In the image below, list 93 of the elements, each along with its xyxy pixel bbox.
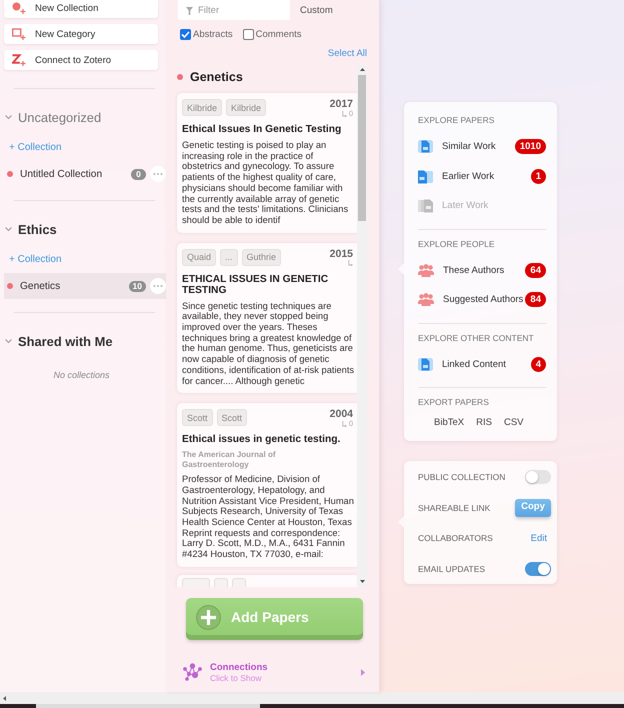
year-label: 2015 xyxy=(330,248,353,260)
setting-label: PUBLIC COLLECTION xyxy=(418,472,506,482)
count-badge: 10 xyxy=(128,280,146,292)
scroll-down-arrow-icon[interactable] xyxy=(360,580,364,583)
count-badge: 64 xyxy=(525,262,546,278)
document-icon xyxy=(418,139,433,154)
scroll-left-arrow-icon[interactable] xyxy=(3,696,6,700)
checkbox[interactable] xyxy=(180,28,191,40)
abstract-text: Genetic testing is poised to play an increasing role in the practice of obstetrics and gynecology. To assure patients of the highest quality of care, physicians should become familiar with the currently available array of genetic tests and the tests' limitations. Clinicians should be able to identif xyxy=(182,140,350,226)
plus-circle-icon xyxy=(196,604,221,630)
filter-field[interactable]: Filter xyxy=(178,0,290,20)
chevron-down-icon[interactable] xyxy=(5,339,12,343)
connections-button[interactable]: Connections Click to Show xyxy=(183,660,367,684)
explore-link[interactable]: Linked Content xyxy=(442,358,506,370)
people-icon xyxy=(418,264,434,277)
add-collection-link[interactable]: + Collection xyxy=(9,254,62,266)
abstract-text: Professor of Medicine, Division of Gastroenterology, Hepatology, and Nutrition Assistant Vice President, Human Subjects Research, University of Texas Health Science Center at Houston, Texas Reprint requests and correspondence: Larry D. Scott, M.D., M.A., 6431 Fannin #4234 Houston, TX 77030, e-mail: xyxy=(182,474,355,560)
collection-name: Genetics xyxy=(20,280,60,292)
author-tag[interactable]: ... xyxy=(220,248,238,266)
edit-link[interactable]: Edit xyxy=(530,532,547,544)
author-tag[interactable]: Guthrie xyxy=(242,248,282,266)
section-heading: EXPORT PAPERS xyxy=(418,396,490,408)
journal-name: The American Journal of Gastroenterology xyxy=(182,450,276,470)
year-label: 2004 xyxy=(330,408,353,420)
section-heading: EXPLORE PEOPLE xyxy=(418,238,496,250)
category-title[interactable]: Ethics xyxy=(18,222,57,236)
paper-title: Ethical Issues In Genetic Testing xyxy=(182,124,342,135)
paper-card[interactable] xyxy=(177,403,357,567)
export-format-link[interactable]: BibTeX xyxy=(434,416,464,428)
select-all-link[interactable]: Select All xyxy=(328,47,367,59)
year-label: 2017 xyxy=(330,98,353,110)
sidebar-action-button[interactable]: New Category xyxy=(4,24,158,44)
explore-link[interactable]: These Authors xyxy=(443,264,504,276)
count-badge: 84 xyxy=(525,292,546,308)
setting-label: SHAREABLE LINK xyxy=(418,502,490,513)
author-tag[interactable]: Kilbride xyxy=(226,99,266,116)
count-badge: 4 xyxy=(530,356,546,372)
collection-item[interactable]: Untitled Collection 0 xyxy=(4,161,166,187)
author-tag[interactable]: Scott xyxy=(182,409,213,426)
folder-plus-icon xyxy=(12,28,26,40)
letter-z-icon xyxy=(12,54,26,66)
toggle-switch[interactable] xyxy=(525,470,551,484)
collection-name: Untitled Collection xyxy=(20,168,102,180)
author-tag[interactable]: Kilbride xyxy=(182,99,222,116)
author-tag[interactable]: Quaid xyxy=(182,248,216,266)
toggle-switch[interactable] xyxy=(525,562,551,576)
category-title[interactable]: Shared with Me xyxy=(18,334,113,348)
setting-label: COLLABORATORS xyxy=(418,533,493,544)
checkbox[interactable] xyxy=(242,28,254,40)
add-collection-link[interactable]: + Collection xyxy=(9,142,62,154)
stacked-documents-icon xyxy=(418,168,433,184)
count-badge: 0 xyxy=(131,168,146,180)
abstract-text: Since genetic testing techniques are available, they never stopped being improved over the years. Theses techniques bring a greatest knowledge of the human genome. Thus, geneticists are now capable of diagnosis of genetic conditions, identification of at-risk patients for cancer.... Although genetic xyxy=(182,300,355,386)
checkbox-label[interactable]: Abstracts xyxy=(193,28,233,40)
people-icon xyxy=(418,293,434,306)
chevron-down-icon[interactable] xyxy=(5,115,12,119)
author-tag[interactable]: Scott xyxy=(216,409,248,426)
bent-arrow-icon xyxy=(348,260,353,268)
collection-heading: Genetics xyxy=(190,70,243,84)
explore-link[interactable]: Earlier Work xyxy=(442,170,494,182)
section-heading: EXPLORE PAPERS xyxy=(418,114,496,126)
checkbox-label[interactable]: Comments xyxy=(256,28,302,40)
export-format-link[interactable]: RIS xyxy=(476,416,492,428)
chevron-down-icon[interactable] xyxy=(5,227,12,231)
setting-label: EMAIL UPDATES xyxy=(418,564,486,574)
export-format-link[interactable]: CSV xyxy=(504,416,524,428)
collection-item[interactable]: Genetics 10 xyxy=(4,273,166,299)
scrollbar-thumb[interactable] xyxy=(358,75,366,221)
paper-title: ETHICAL ISSUES IN GENETIC TESTING xyxy=(182,274,330,296)
sidebar-action-button[interactable]: Connect to Zotero xyxy=(4,50,158,70)
explore-link[interactable]: Similar Work xyxy=(442,141,496,152)
paper-title: Ethical issues in genetic testing. xyxy=(182,434,342,446)
vertical-scrollbar[interactable] xyxy=(357,65,367,587)
category-title[interactable]: Uncategorized xyxy=(18,110,102,124)
bent-arrow-icon xyxy=(342,420,347,428)
filter-mode-button[interactable]: Custom xyxy=(300,2,333,16)
explore-link[interactable]: Suggested Authors xyxy=(443,294,524,306)
bent-arrow-icon xyxy=(342,110,347,118)
network-icon xyxy=(183,663,202,681)
empty-state-text: No collections xyxy=(53,369,110,381)
sidebar-action-button[interactable]: New Collection xyxy=(4,0,158,18)
paper-card[interactable] xyxy=(177,242,357,394)
count-badge: 1 xyxy=(530,168,546,184)
filter-icon xyxy=(186,7,193,15)
caret-right-icon xyxy=(361,668,365,676)
dot-plus-icon xyxy=(12,2,26,14)
stacked-documents-icon xyxy=(418,198,433,214)
scroll-up-arrow-icon[interactable] xyxy=(360,68,364,71)
horizontal-scrollbar[interactable] xyxy=(0,692,624,708)
paper-card[interactable] xyxy=(177,93,357,233)
count-badge: 1010 xyxy=(514,139,546,154)
document-icon xyxy=(418,356,433,372)
section-heading: EXPLORE OTHER CONTENT xyxy=(418,332,535,344)
